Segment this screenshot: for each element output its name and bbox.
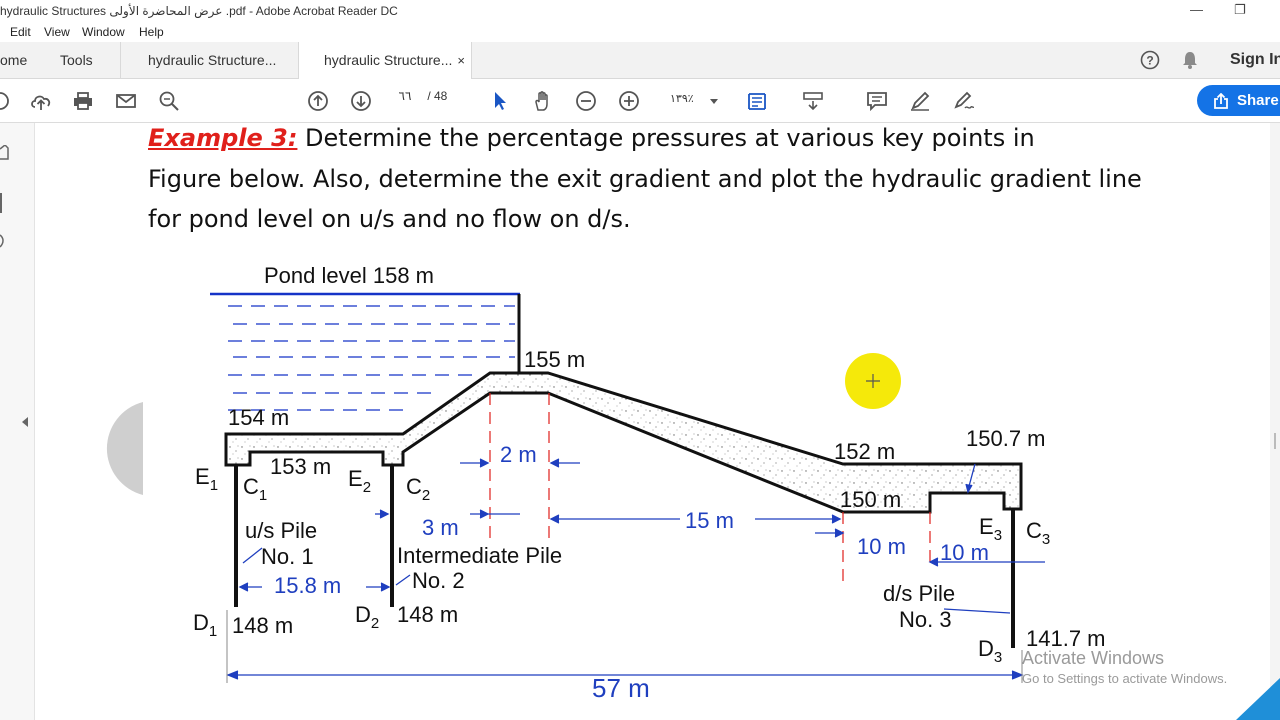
intermediate-pile-label-1: Intermediate Pile bbox=[397, 543, 562, 568]
point-c2-label: C2 bbox=[406, 474, 430, 504]
dimension-15m: 15 m bbox=[685, 508, 734, 533]
dimension-3m: 3 m bbox=[422, 515, 459, 540]
level-150-7-label: 150.7 m bbox=[966, 426, 1046, 451]
dimension-10m-a: 10 m bbox=[857, 534, 906, 559]
point-c1-label: C1 bbox=[243, 474, 267, 504]
point-c3-label: C3 bbox=[1026, 518, 1050, 548]
us-pile-label-1: u/s Pile bbox=[245, 518, 317, 543]
point-d1-label: D1 bbox=[193, 610, 217, 640]
watermark-line-1: Activate Windows bbox=[1022, 648, 1165, 668]
point-d3-label: D3 bbox=[978, 636, 1002, 666]
concrete-floor bbox=[224, 371, 1023, 514]
watermark-line-2: Go to Settings to activate Windows. bbox=[1022, 671, 1228, 686]
overlay-shape bbox=[106, 402, 143, 495]
ds-pile-label-2: No. 3 bbox=[899, 607, 952, 632]
level-148-pile2-label: 148 m bbox=[397, 602, 458, 627]
dimension-10m-b: 10 m bbox=[940, 540, 989, 565]
dimension-2m: 2 m bbox=[500, 442, 537, 467]
activate-windows-watermark: Activate Windows Go to Settings to activ… bbox=[1022, 648, 1227, 686]
level-155-label: 155 m bbox=[524, 347, 585, 372]
point-e1-label: E1 bbox=[195, 464, 218, 494]
document-page: Example 3: Determine the percentage pres… bbox=[0, 0, 1280, 720]
dimension-15-8m: 15.8 m bbox=[274, 573, 341, 598]
level-150-label: 150 m bbox=[840, 487, 901, 512]
level-152-label: 152 m bbox=[834, 439, 895, 464]
level-153-label: 153 m bbox=[270, 454, 331, 479]
us-pile-label-2: No. 1 bbox=[261, 544, 314, 569]
corner-widget bbox=[1236, 678, 1280, 720]
pond-level-label: Pond level 158 m bbox=[264, 263, 434, 288]
level-154-label: 154 m bbox=[228, 405, 289, 430]
point-e2-label: E2 bbox=[348, 466, 371, 496]
ds-pile-label-1: d/s Pile bbox=[883, 581, 955, 606]
intermediate-pile-label-2: No. 2 bbox=[412, 568, 465, 593]
dimension-57m: 57 m bbox=[592, 673, 650, 703]
level-148-pile1-label: 148 m bbox=[232, 613, 293, 638]
point-d2-label: D2 bbox=[355, 602, 379, 632]
hydraulic-structure-figure: Pond level 158 m 155 m 154 m 153 m 152 m… bbox=[106, 263, 1280, 720]
